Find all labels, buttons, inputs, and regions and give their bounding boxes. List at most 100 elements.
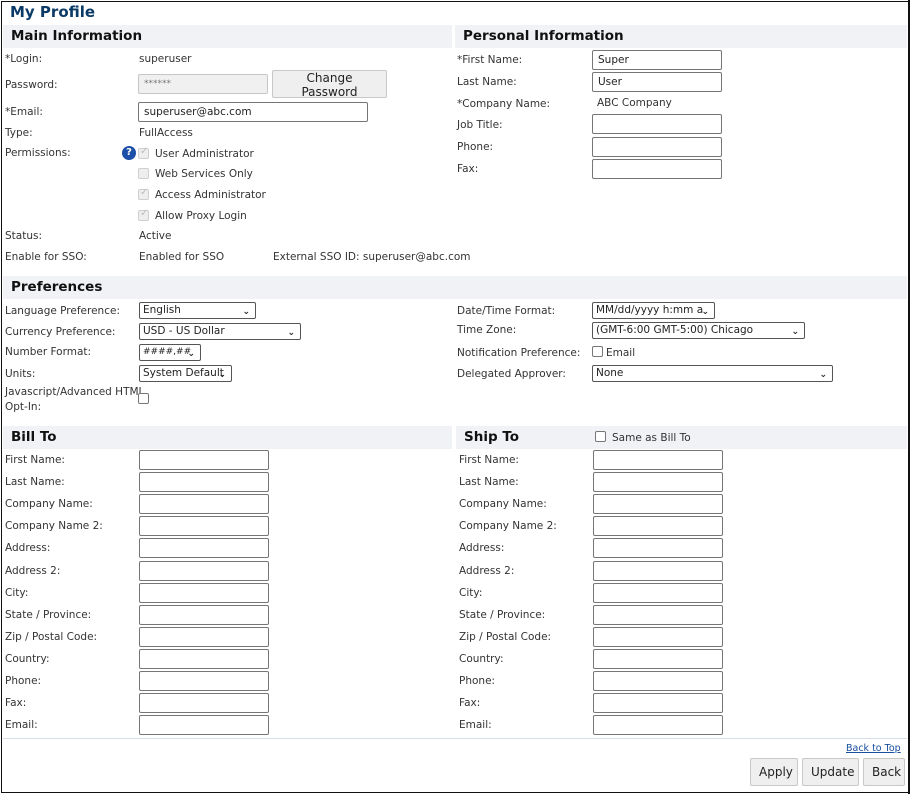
update-button[interactable]: Update (802, 758, 859, 786)
login-value: superuser (139, 53, 192, 65)
external-sso-id: External SSO ID: superuser@abc.com (273, 251, 471, 263)
bill-to-field-label: Zip / Postal Code: (5, 631, 98, 643)
notification-email-checkbox[interactable] (592, 346, 603, 357)
user-administrator-checkbox (138, 146, 149, 159)
same-as-bill-to-checkbox[interactable] (595, 431, 606, 442)
bill-to-field-input[interactable] (139, 627, 269, 647)
datetime-format-label: Date/Time Format: (457, 305, 556, 317)
login-label: *Login: (5, 53, 43, 65)
email-label: *Email: (5, 106, 43, 118)
help-icon[interactable]: ? (122, 146, 136, 160)
bill-to-field-input[interactable] (139, 561, 269, 581)
ship-to-field-input[interactable] (593, 538, 723, 558)
ship-to-field-label: Email: (459, 719, 492, 731)
currency-preference-value: USD - US Dollar (143, 325, 225, 337)
bill-to-field-input[interactable] (139, 583, 269, 603)
bill-to-field-label: Address 2: (5, 565, 61, 577)
chevron-down-icon: ⌄ (218, 370, 226, 380)
bill-to-field-input[interactable] (139, 671, 269, 691)
back-button[interactable]: Back (863, 758, 905, 786)
delegated-approver-select[interactable]: None ⌄ (592, 365, 833, 382)
ship-to-field-label: Phone: (459, 675, 496, 687)
ship-to-field-input[interactable] (593, 450, 723, 470)
ship-to-field-label: First Name: (459, 454, 519, 466)
ship-to-field-label: Fax: (459, 697, 481, 709)
job-title-field[interactable] (592, 114, 722, 134)
password-label: Password: (5, 79, 58, 91)
js-optin-label-line2: Opt-In: (5, 401, 42, 413)
access-administrator-checkbox (138, 187, 149, 200)
bill-to-field-label: Email: (5, 719, 38, 731)
change-password-button[interactable]: Change Password (272, 70, 387, 99)
phone-field[interactable] (592, 137, 722, 157)
datetime-format-select[interactable]: MM/dd/yyyy h:mm a ⌄ (592, 302, 715, 319)
time-zone-value: (GMT-6:00 GMT-5:00) Chicago (596, 324, 754, 336)
job-title-label: Job Title: (457, 119, 503, 131)
bill-to-field-label: Phone: (5, 675, 42, 687)
ship-to-field-label: Country: (459, 653, 504, 665)
bill-to-field-input[interactable] (139, 472, 269, 492)
bill-to-field-input[interactable] (139, 494, 269, 514)
ship-to-field-input[interactable] (593, 715, 723, 735)
bill-to-field-input[interactable] (139, 649, 269, 669)
ship-to-field-input[interactable] (593, 516, 723, 536)
bill-to-field-label: Last Name: (5, 476, 65, 488)
chevron-down-icon: ⌄ (701, 307, 709, 317)
bill-to-field-input[interactable] (139, 516, 269, 536)
personal-information-heading: Personal Information (455, 25, 907, 48)
ship-to-field-input[interactable] (593, 605, 723, 625)
email-field[interactable] (138, 102, 368, 122)
web-services-only-checkbox (138, 168, 149, 179)
type-label: Type: (5, 127, 33, 139)
apply-button[interactable]: Apply (750, 758, 798, 786)
preferences-heading: Preferences (3, 276, 907, 299)
last-name-label: Last Name: (457, 76, 517, 88)
ship-to-field-input[interactable] (593, 561, 723, 581)
last-name-field[interactable] (592, 72, 722, 92)
first-name-field[interactable] (592, 50, 722, 70)
ship-to-heading: Ship To (464, 429, 520, 445)
datetime-format-value: MM/dd/yyyy h:mm a (596, 304, 704, 316)
fax-label: Fax: (457, 163, 479, 175)
ship-to-field-label: Last Name: (459, 476, 519, 488)
number-format-select[interactable]: ####,## ⌄ (139, 344, 201, 361)
bill-to-field-input[interactable] (139, 538, 269, 558)
units-select[interactable]: System Default ⌄ (139, 365, 232, 382)
bill-to-field-input[interactable] (139, 450, 269, 470)
bill-to-field-input[interactable] (139, 693, 269, 713)
first-name-label: *First Name: (457, 54, 523, 66)
web-services-only-label: Web Services Only (155, 168, 253, 180)
js-optin-checkbox[interactable] (138, 393, 149, 404)
ship-to-field-label: Company Name: (459, 498, 547, 510)
page-title: My Profile (10, 3, 96, 21)
bill-to-field-input[interactable] (139, 605, 269, 625)
currency-preference-select[interactable]: USD - US Dollar ⌄ (139, 323, 301, 340)
language-preference-value: English (143, 304, 181, 316)
ship-to-field-input[interactable] (593, 627, 723, 647)
allow-proxy-login-checkbox (138, 208, 149, 221)
ship-to-field-label: Zip / Postal Code: (459, 631, 552, 643)
back-to-top-link[interactable]: Back to Top (846, 743, 901, 754)
bill-to-field-label: Country: (5, 653, 50, 665)
type-value: FullAccess (139, 127, 193, 139)
language-preference-label: Language Preference: (5, 305, 120, 317)
language-preference-select[interactable]: English ⌄ (139, 302, 256, 319)
ship-to-field-input[interactable] (593, 472, 723, 492)
ship-to-field-label: Company Name 2: (459, 520, 557, 532)
time-zone-label: Time Zone: (457, 324, 517, 336)
bill-to-field-input[interactable] (139, 715, 269, 735)
ship-to-field-input[interactable] (593, 583, 723, 603)
sso-label: Enable for SSO: (5, 251, 87, 263)
time-zone-select[interactable]: (GMT-6:00 GMT-5:00) Chicago ⌄ (592, 322, 805, 339)
bill-to-heading: Bill To (3, 426, 452, 449)
fax-field[interactable] (592, 159, 722, 179)
company-name-label: *Company Name: (457, 98, 551, 110)
ship-to-field-input[interactable] (593, 693, 723, 713)
ship-to-field-input[interactable] (593, 649, 723, 669)
bill-to-field-label: Company Name: (5, 498, 93, 510)
status-label: Status: (5, 230, 42, 242)
ship-to-field-input[interactable] (593, 494, 723, 514)
ship-to-field-input[interactable] (593, 671, 723, 691)
password-field[interactable] (138, 74, 268, 94)
user-administrator-label: User Administrator (155, 148, 254, 160)
